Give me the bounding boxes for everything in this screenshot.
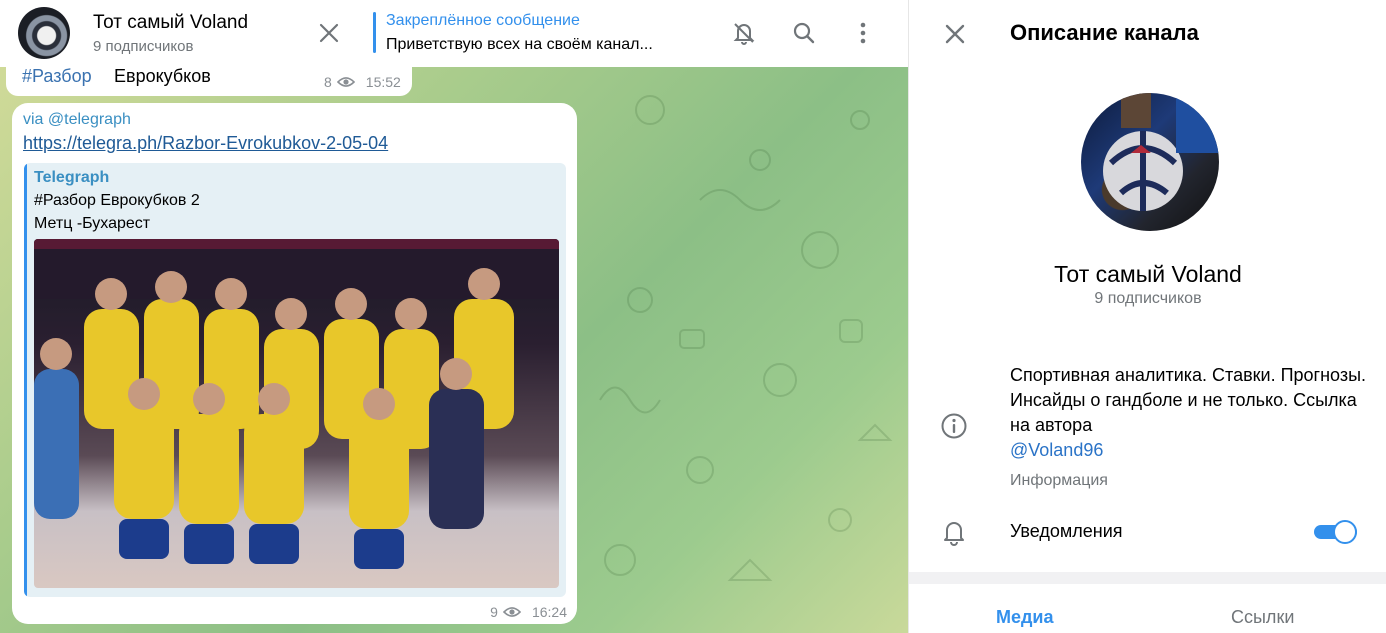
info-icon: [941, 413, 967, 439]
more-icon[interactable]: [848, 18, 878, 48]
eye-icon: [336, 77, 355, 87]
message-meta: 9 16:24: [490, 604, 567, 620]
panel-divider: [909, 572, 1386, 584]
search-icon[interactable]: [789, 18, 819, 48]
handball-icon: [1103, 93, 1219, 211]
preview-photo[interactable]: [34, 239, 559, 588]
eye-icon: [502, 607, 521, 617]
pinned-indicator: [373, 12, 376, 53]
notifications-toggle[interactable]: [1314, 520, 1357, 544]
channel-title[interactable]: Тот самый Voland: [93, 12, 248, 34]
mute-bell-icon[interactable]: [729, 18, 759, 48]
channel-subscribers: 9 подписчиков: [1094, 290, 1202, 307]
channel-subscribers: 9 подписчиков: [93, 38, 194, 55]
hashtag-link[interactable]: #Разбор: [22, 66, 92, 87]
pinned-label[interactable]: Закреплённое сообщение: [386, 12, 580, 30]
channel-avatar-large[interactable]: [1081, 93, 1219, 231]
panel-title: Описание канала: [1010, 20, 1199, 45]
preview-description: Метц -Бухарест: [34, 215, 151, 232]
message-telegraph: via @telegraph https://telegra.ph/Razbor…: [12, 103, 577, 624]
views-count: 8: [324, 74, 332, 90]
chat-area: Тот самый Voland 9 подписчиков Закреплён…: [0, 0, 908, 633]
tab-media[interactable]: Медиа: [996, 607, 1054, 628]
info-label: Информация: [1010, 472, 1108, 489]
preview-title: #Разбор Еврокубков 2: [34, 192, 200, 209]
close-panel-icon[interactable]: [939, 18, 971, 50]
message-meta: 8 15:52: [324, 74, 401, 90]
via-label[interactable]: via @telegraph: [23, 111, 131, 129]
chat-header: Тот самый Voland 9 подписчиков Закреплён…: [0, 0, 908, 67]
preview-accent-bar: [24, 163, 27, 597]
toggle-knob: [1333, 520, 1357, 544]
preview-site-name: Telegraph: [34, 169, 110, 186]
channel-name: Тот самый Voland: [1054, 261, 1242, 287]
tab-links[interactable]: Ссылки: [1231, 607, 1294, 628]
description-text: Спортивная аналитика. Ставки. Прогнозы. …: [1010, 365, 1367, 435]
channel-avatar[interactable]: [18, 7, 70, 59]
views-count: 9: [490, 604, 498, 620]
bell-icon: [944, 522, 964, 546]
link-preview[interactable]: Telegraph #Разбор Еврокубков 2 Метц -Бух…: [24, 163, 566, 597]
channel-info-panel: Описание канала Тот самый Voland 9 подпи…: [908, 0, 1386, 633]
channel-description: Спортивная аналитика. Ставки. Прогнозы. …: [1010, 363, 1370, 463]
pinned-text[interactable]: Приветствую всех на своём канал...: [386, 36, 653, 54]
team-photo-illustration: [34, 239, 559, 569]
notifications-label: Уведомления: [1010, 521, 1123, 541]
message-time: 15:52: [365, 74, 401, 90]
author-link[interactable]: @Voland96: [1010, 440, 1103, 460]
close-icon[interactable]: [314, 18, 344, 48]
message-text: Еврокубков: [114, 66, 211, 86]
message-time: 16:24: [531, 604, 567, 620]
telegraph-link[interactable]: https://telegra.ph/Razbor-Evrokubkov-2-0…: [23, 133, 388, 154]
